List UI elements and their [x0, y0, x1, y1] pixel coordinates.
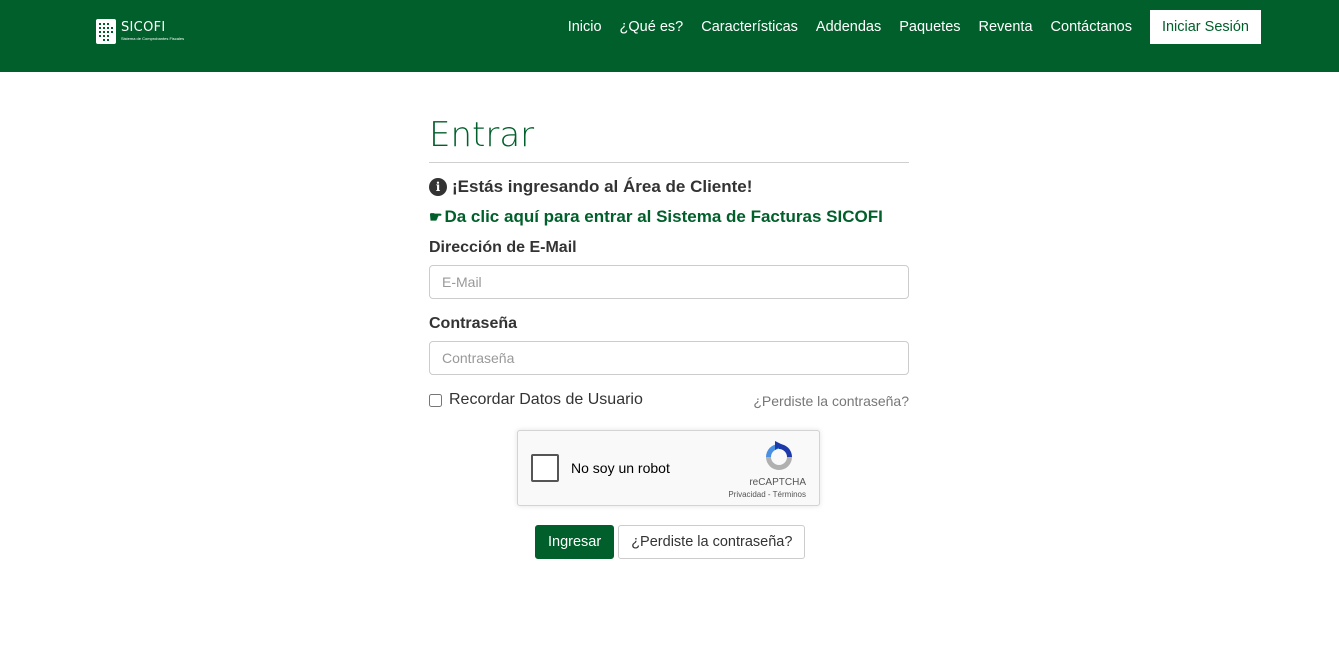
recaptcha-checkbox[interactable]	[531, 454, 559, 482]
title-divider	[429, 162, 909, 163]
page-title: Entrar	[429, 115, 535, 155]
nav-reventa[interactable]: Reventa	[979, 19, 1033, 35]
brand-tagline: Sistema de Comprobantes Fiscales	[121, 36, 185, 41]
top-navbar: SICOFI Sistema de Comprobantes Fiscales …	[0, 0, 1339, 72]
login-nav-button[interactable]: Iniciar Sesión	[1149, 10, 1261, 44]
nav-addendas[interactable]: Addendas	[816, 19, 881, 35]
nav-que-es[interactable]: ¿Qué es?	[620, 19, 684, 35]
sicofi-logo-icon	[96, 19, 116, 44]
notice-text: ¡Estás ingresando al Área de Cliente!	[452, 177, 753, 196]
email-field[interactable]	[429, 265, 909, 299]
remember-row: Recordar Datos de Usuario ¿Perdiste la c…	[429, 391, 909, 413]
invoice-system-link-text: Da clic aquí para entrar al Sistema de F…	[444, 207, 883, 226]
recaptcha-icon	[766, 441, 792, 470]
recaptcha-separator: -	[765, 490, 773, 499]
password-label: Contraseña	[429, 315, 518, 332]
nav-caracteristicas[interactable]: Características	[701, 19, 798, 35]
remember-checkbox[interactable]	[429, 393, 442, 407]
brand-name: SICOFI	[121, 20, 166, 35]
remember-me[interactable]: Recordar Datos de Usuario	[429, 391, 643, 409]
recaptcha-widget: No soy un robot reCAPTCHA Privacidad - T…	[517, 430, 820, 506]
email-label: Dirección de E-Mail	[429, 239, 577, 256]
nav-inicio[interactable]: Inicio	[568, 19, 602, 35]
recaptcha-terms-link[interactable]: Términos	[773, 490, 806, 499]
client-area-notice: i ¡Estás ingresando al Área de Cliente!	[429, 177, 909, 197]
form-actions: Ingresar ¿Perdiste la contraseña?	[535, 525, 806, 559]
recaptcha-privacy-link[interactable]: Privacidad	[728, 490, 765, 499]
recaptcha-label: No soy un robot	[571, 460, 670, 476]
recaptcha-links: Privacidad - Términos	[728, 490, 806, 499]
main-nav: Inicio ¿Qué es? Características Addendas…	[550, 0, 1261, 54]
hand-pointing-right-icon: ☛	[429, 209, 443, 226]
recaptcha-brand: reCAPTCHA	[749, 477, 806, 488]
info-circle-icon: i	[429, 178, 447, 196]
nav-paquetes[interactable]: Paquetes	[899, 19, 960, 35]
login-panel: Entrar i ¡Estás ingresando al Área de Cl…	[429, 112, 909, 413]
invoice-system-link[interactable]: ☛ Da clic aquí para entrar al Sistema de…	[429, 207, 909, 227]
forgot-password-button[interactable]: ¿Perdiste la contraseña?	[618, 525, 806, 559]
remember-label: Recordar Datos de Usuario	[449, 391, 643, 408]
password-field[interactable]	[429, 341, 909, 375]
submit-button[interactable]: Ingresar	[535, 525, 615, 559]
nav-contactanos[interactable]: Contáctanos	[1051, 19, 1132, 35]
forgot-password-link[interactable]: ¿Perdiste la contraseña?	[753, 393, 909, 409]
brand-logo[interactable]: SICOFI Sistema de Comprobantes Fiscales	[96, 19, 206, 45]
